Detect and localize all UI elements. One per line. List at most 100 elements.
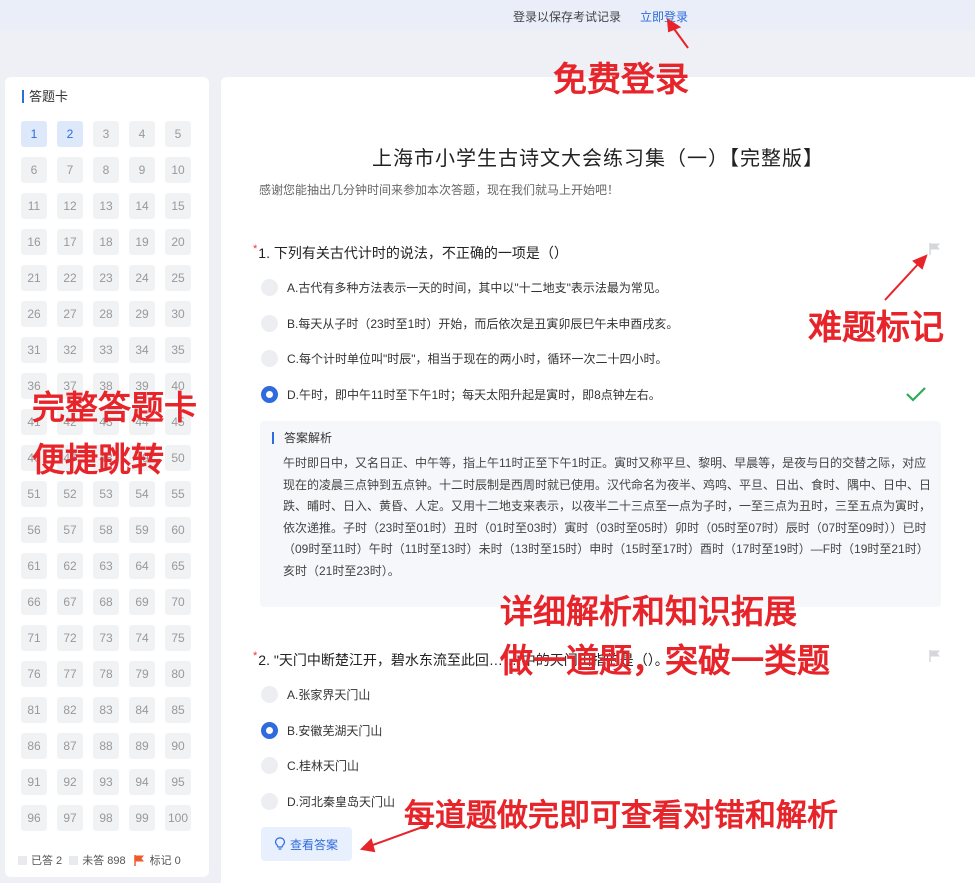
answer-card-cell[interactable]: 13 [93, 193, 119, 219]
answer-card-cell[interactable]: 73 [93, 625, 119, 651]
answer-card-cell[interactable]: 58 [93, 517, 119, 543]
answer-card-cell[interactable]: 25 [165, 265, 191, 291]
answer-card-cell[interactable]: 79 [129, 661, 155, 687]
answer-card-cell[interactable]: 77 [57, 661, 83, 687]
answer-card-cell[interactable]: 5 [165, 121, 191, 147]
answer-card-cell[interactable]: 66 [21, 589, 47, 615]
answer-card-cell[interactable]: 22 [57, 265, 83, 291]
answer-card-cell[interactable]: 24 [129, 265, 155, 291]
answer-card-cell[interactable]: 70 [165, 589, 191, 615]
question-2-option-b[interactable]: B.安徽芜湖天门山 [261, 722, 382, 739]
flag-icon[interactable] [928, 242, 942, 256]
answer-card-cell[interactable]: 54 [129, 481, 155, 507]
answer-card-cell[interactable]: 76 [21, 661, 47, 687]
question-2-option-c[interactable]: C.桂林天门山 [261, 757, 359, 774]
answer-card-cell[interactable]: 12 [57, 193, 83, 219]
answer-card-cell[interactable]: 89 [129, 733, 155, 759]
question-1-option-c[interactable]: C.每个计时单位叫"时辰"，相当于现在的两小时，循环一次二十四小时。 [261, 350, 668, 367]
answer-card-cell[interactable]: 2 [57, 121, 83, 147]
answer-card-cell[interactable]: 21 [21, 265, 47, 291]
answer-card-cell[interactable]: 78 [93, 661, 119, 687]
answer-card-cell[interactable]: 61 [21, 553, 47, 579]
answer-card-cell[interactable]: 62 [57, 553, 83, 579]
answer-card-cell[interactable]: 32 [57, 337, 83, 363]
question-1-option-d[interactable]: D.午时，即中午11时至下午1时；每天太阳升起是寅时，即8点钟左右。 [261, 386, 661, 403]
answer-card-cell[interactable]: 90 [165, 733, 191, 759]
radio-selected[interactable] [261, 722, 278, 739]
answer-card-cell[interactable]: 4 [129, 121, 155, 147]
answer-card-cell[interactable]: 1 [21, 121, 47, 147]
answer-card-cell[interactable]: 11 [21, 193, 47, 219]
answer-card-cell[interactable]: 53 [93, 481, 119, 507]
answer-card-cell[interactable]: 60 [165, 517, 191, 543]
answer-card-cell[interactable]: 34 [129, 337, 155, 363]
answer-card-cell[interactable]: 31 [21, 337, 47, 363]
answer-card-cell[interactable]: 50 [165, 445, 191, 471]
answer-card-cell[interactable]: 10 [165, 157, 191, 183]
answer-card-cell[interactable]: 51 [21, 481, 47, 507]
answer-card-cell[interactable]: 88 [93, 733, 119, 759]
answer-card-cell[interactable]: 82 [57, 697, 83, 723]
answer-card-cell[interactable]: 7 [57, 157, 83, 183]
answer-card-cell[interactable]: 9 [129, 157, 155, 183]
radio-unselected[interactable] [261, 793, 278, 810]
answer-card-cell[interactable]: 3 [93, 121, 119, 147]
answer-card-cell[interactable]: 23 [93, 265, 119, 291]
answer-card-cell[interactable]: 26 [21, 301, 47, 327]
answer-card-cell[interactable]: 29 [129, 301, 155, 327]
answer-card-cell[interactable]: 71 [21, 625, 47, 651]
answer-card-cell[interactable]: 69 [129, 589, 155, 615]
answer-card-cell[interactable]: 80 [165, 661, 191, 687]
answer-card-cell[interactable]: 65 [165, 553, 191, 579]
answer-card-cell[interactable]: 96 [21, 805, 47, 831]
question-2-option-d[interactable]: D.河北秦皇岛天门山 [261, 793, 395, 810]
radio-unselected[interactable] [261, 315, 278, 332]
answer-card-cell[interactable]: 86 [21, 733, 47, 759]
answer-card-cell[interactable]: 19 [129, 229, 155, 255]
answer-card-cell[interactable]: 94 [129, 769, 155, 795]
answer-card-cell[interactable]: 63 [93, 553, 119, 579]
radio-selected[interactable] [261, 386, 278, 403]
answer-card-cell[interactable]: 27 [57, 301, 83, 327]
answer-card-cell[interactable]: 68 [93, 589, 119, 615]
answer-card-cell[interactable]: 83 [93, 697, 119, 723]
answer-card-cell[interactable]: 64 [129, 553, 155, 579]
radio-unselected[interactable] [261, 757, 278, 774]
answer-card-cell[interactable]: 67 [57, 589, 83, 615]
answer-card-cell[interactable]: 16 [21, 229, 47, 255]
answer-card-cell[interactable]: 6 [21, 157, 47, 183]
answer-card-cell[interactable]: 55 [165, 481, 191, 507]
answer-card-cell[interactable]: 74 [129, 625, 155, 651]
answer-card-cell[interactable]: 20 [165, 229, 191, 255]
answer-card-cell[interactable]: 17 [57, 229, 83, 255]
answer-card-cell[interactable]: 75 [165, 625, 191, 651]
answer-card-cell[interactable]: 98 [93, 805, 119, 831]
answer-card-cell[interactable]: 95 [165, 769, 191, 795]
answer-card-cell[interactable]: 28 [93, 301, 119, 327]
answer-card-cell[interactable]: 52 [57, 481, 83, 507]
answer-card-cell[interactable]: 81 [21, 697, 47, 723]
answer-card-cell[interactable]: 8 [93, 157, 119, 183]
question-1-option-b[interactable]: B.每天从子时（23时至1时）开始，而后依次是丑寅卯辰巳午未申酉戌亥。 [261, 315, 678, 332]
radio-unselected[interactable] [261, 350, 278, 367]
answer-card-cell[interactable]: 57 [57, 517, 83, 543]
answer-card-cell[interactable]: 33 [93, 337, 119, 363]
answer-card-cell[interactable]: 84 [129, 697, 155, 723]
answer-card-cell[interactable]: 59 [129, 517, 155, 543]
login-link[interactable]: 立即登录 [640, 8, 688, 25]
answer-card-cell[interactable]: 97 [57, 805, 83, 831]
answer-card-cell[interactable]: 35 [165, 337, 191, 363]
answer-card-cell[interactable]: 99 [129, 805, 155, 831]
question-2-option-a[interactable]: A.张家界天门山 [261, 686, 370, 703]
answer-card-cell[interactable]: 30 [165, 301, 191, 327]
answer-card-cell[interactable]: 91 [21, 769, 47, 795]
question-1-option-a[interactable]: A.古代有多种方法表示一天的时间，其中以"十二地支"表示法最为常见。 [261, 279, 667, 296]
view-answer-button[interactable]: 查看答案 [261, 827, 352, 861]
radio-unselected[interactable] [261, 279, 278, 296]
answer-card-cell[interactable]: 92 [57, 769, 83, 795]
radio-unselected[interactable] [261, 686, 278, 703]
answer-card-cell[interactable]: 18 [93, 229, 119, 255]
answer-card-cell[interactable]: 87 [57, 733, 83, 759]
flag-icon[interactable] [928, 649, 942, 663]
answer-card-cell[interactable]: 93 [93, 769, 119, 795]
